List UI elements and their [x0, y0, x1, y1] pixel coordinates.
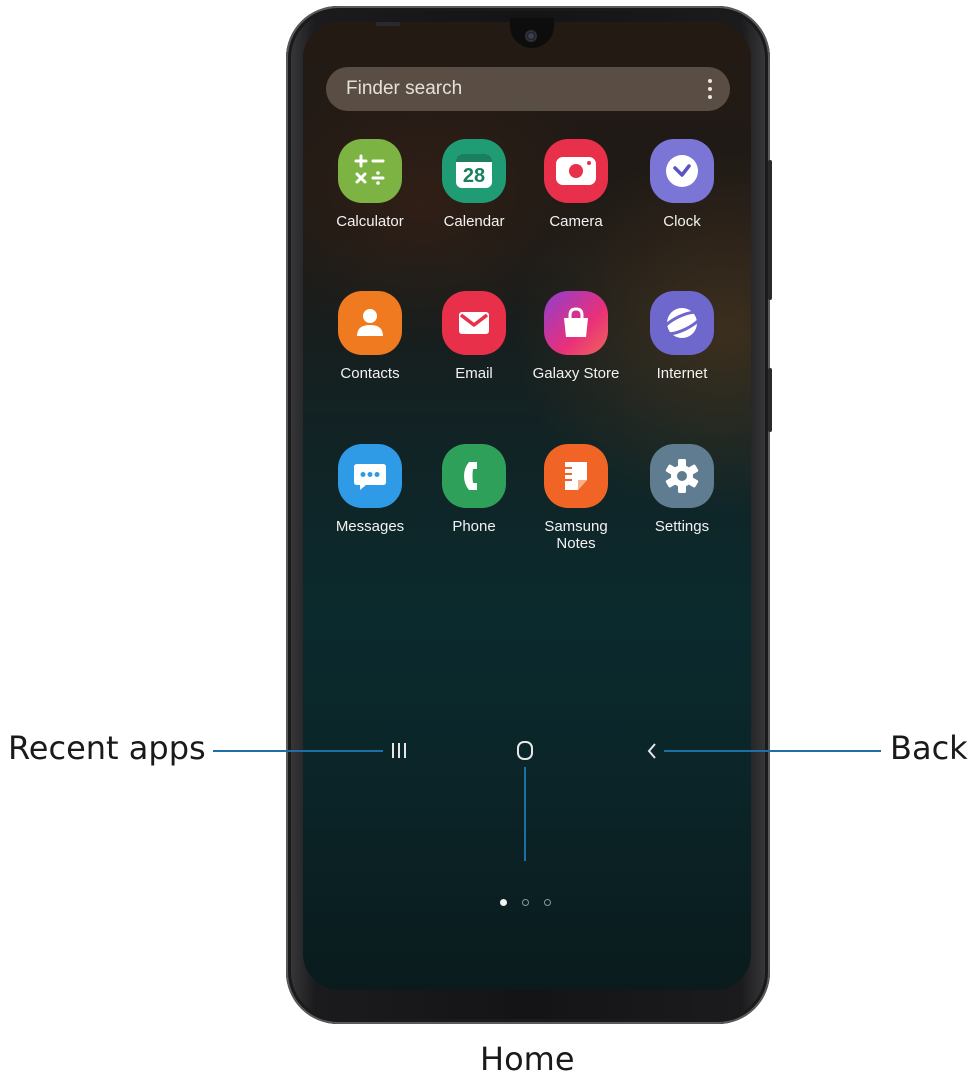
page-indicator-dot[interactable]: [522, 899, 529, 906]
app-label: Camera: [549, 213, 603, 230]
app-email[interactable]: Email: [422, 291, 526, 382]
calendar-icon: 28: [442, 139, 506, 203]
app-samsung-notes[interactable]: Samsung Notes: [524, 444, 628, 552]
sensor: [376, 22, 400, 26]
page-indicator-dot-active[interactable]: [500, 899, 507, 906]
settings-icon: [650, 444, 714, 508]
app-contacts[interactable]: Contacts: [318, 291, 422, 382]
app-galaxy-store[interactable]: Galaxy Store: [524, 291, 628, 382]
app-label: Galaxy Store: [532, 365, 620, 382]
app-label: Settings: [654, 518, 710, 535]
app-clock[interactable]: Clock: [630, 139, 734, 230]
home-button[interactable]: [517, 741, 533, 760]
app-camera[interactable]: Camera: [524, 139, 628, 230]
internet-icon: [650, 291, 714, 355]
camera-icon: [544, 139, 608, 203]
app-label: Contacts: [340, 365, 400, 382]
app-calculator[interactable]: Calculator: [318, 139, 422, 230]
finder-search-bar[interactable]: Finder search: [326, 67, 730, 111]
page-indicator-dot[interactable]: [544, 899, 551, 906]
calculator-icon: [338, 139, 402, 203]
recent-apps-label: Recent apps: [8, 729, 206, 767]
calendar-day: 28: [462, 165, 486, 187]
volume-button: [768, 160, 772, 300]
email-icon: [442, 291, 506, 355]
app-label: Clock: [663, 213, 701, 230]
power-button: [768, 368, 772, 432]
app-label: Internet: [656, 365, 708, 382]
back-button[interactable]: [646, 742, 658, 760]
app-label: Samsung Notes: [544, 518, 608, 552]
phone-icon: [442, 444, 506, 508]
home-label: Home: [480, 1040, 575, 1078]
app-label: Email: [455, 365, 493, 382]
samsung-notes-icon: [544, 444, 608, 508]
app-settings[interactable]: Settings: [630, 444, 734, 535]
messages-icon: [338, 444, 402, 508]
home-callout-line: [524, 767, 526, 861]
clock-icon: [650, 139, 714, 203]
recent-apps-button[interactable]: [392, 743, 406, 759]
back-label: Back: [890, 729, 968, 767]
contacts-icon: [338, 291, 402, 355]
front-camera-icon: [525, 30, 537, 42]
recent-apps-callout-line: [213, 750, 383, 752]
app-label: Calendar: [443, 213, 505, 230]
app-messages[interactable]: Messages: [318, 444, 422, 535]
galaxy-store-icon: [544, 291, 608, 355]
search-placeholder: Finder search: [346, 78, 463, 99]
app-label: Messages: [335, 518, 405, 535]
more-options-icon[interactable]: [708, 79, 712, 99]
app-label: Calculator: [336, 213, 404, 230]
app-phone[interactable]: Phone: [422, 444, 526, 535]
back-callout-line: [664, 750, 881, 752]
app-label: Phone: [452, 518, 496, 535]
app-calendar[interactable]: 28 Calendar: [422, 139, 526, 230]
app-internet[interactable]: Internet: [630, 291, 734, 382]
